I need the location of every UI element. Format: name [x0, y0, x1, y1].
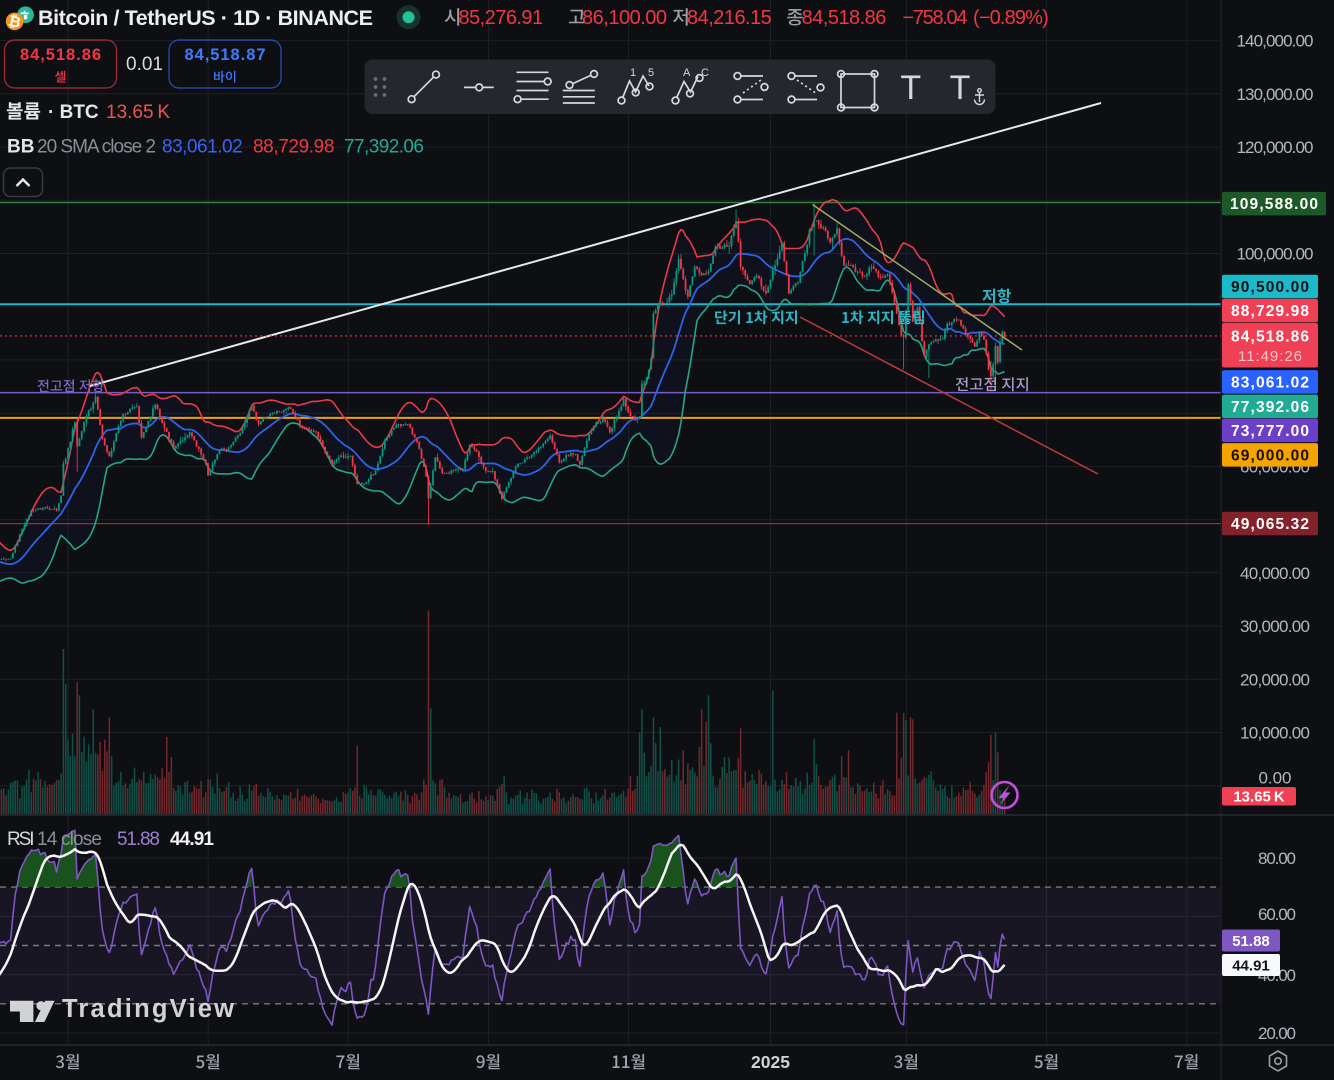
svg-text:88,729.98: 88,729.98 — [253, 137, 334, 158]
svg-text:130,000.00: 130,000.00 — [1237, 85, 1314, 104]
svg-text:10,000.00: 10,000.00 — [1240, 723, 1310, 742]
svg-text:C: C — [701, 67, 709, 79]
svg-text:100,000.00: 100,000.00 — [1237, 245, 1314, 264]
svg-text:84,216.15: 84,216.15 — [687, 7, 772, 29]
svg-text:−758.04: −758.04 — [902, 7, 967, 29]
svg-text:30,000.00: 30,000.00 — [1240, 617, 1310, 636]
svg-text:73,777.00: 73,777.00 — [1231, 423, 1309, 440]
svg-text:77,392.06: 77,392.06 — [1231, 399, 1309, 416]
svg-text:44.91: 44.91 — [1232, 958, 1270, 975]
svg-text:84,518.86: 84,518.86 — [802, 7, 887, 29]
svg-text:84,518.86: 84,518.86 — [20, 46, 101, 64]
svg-text:80.00: 80.00 — [1258, 849, 1296, 868]
svg-text:13.65 K: 13.65 K — [106, 102, 170, 123]
svg-text:84,518.86: 84,518.86 — [1231, 329, 1309, 346]
svg-text:60.00: 60.00 — [1258, 905, 1296, 924]
svg-text:69,000.00: 69,000.00 — [1231, 447, 1309, 464]
svg-text:51.88: 51.88 — [1232, 933, 1270, 950]
svg-text:14 close: 14 close — [37, 829, 102, 850]
svg-text:85,276.91: 85,276.91 — [459, 7, 544, 29]
svg-text:88,729.98: 88,729.98 — [1231, 303, 1309, 320]
svg-text:20 SMA close 2: 20 SMA close 2 — [37, 137, 156, 158]
svg-text:11:49:26: 11:49:26 — [1238, 348, 1302, 365]
svg-text:BB: BB — [7, 137, 34, 158]
svg-text:83,061.02: 83,061.02 — [162, 137, 243, 158]
svg-text:(−0.89%): (−0.89%) — [973, 7, 1049, 29]
svg-text:84,518.87: 84,518.87 — [185, 46, 266, 64]
svg-text:49,065.32: 49,065.32 — [1231, 516, 1309, 533]
svg-text:40,000.00: 40,000.00 — [1240, 564, 1310, 583]
svg-text:51.88: 51.88 — [117, 829, 160, 850]
svg-text:83,061.02: 83,061.02 — [1231, 374, 1309, 391]
svg-text:13.65 K: 13.65 K — [1233, 789, 1285, 806]
svg-text:120,000.00: 120,000.00 — [1237, 138, 1314, 157]
svg-text:2025: 2025 — [751, 1052, 790, 1072]
svg-text:86,100.00: 86,100.00 — [582, 7, 667, 29]
svg-text:1: 1 — [630, 67, 636, 79]
svg-text:0.00: 0.00 — [1259, 769, 1292, 788]
svg-text:A: A — [683, 67, 691, 79]
svg-text:Bitcoin / TetherUS · 1D · BINA: Bitcoin / TetherUS · 1D · BINANCE — [38, 6, 373, 30]
svg-text:140,000.00: 140,000.00 — [1237, 32, 1314, 51]
svg-text:5: 5 — [648, 67, 654, 79]
svg-text:20,000.00: 20,000.00 — [1240, 670, 1310, 689]
svg-text:77,392.06: 77,392.06 — [344, 137, 424, 158]
svg-text:20.00: 20.00 — [1258, 1024, 1296, 1043]
svg-text:0.01: 0.01 — [126, 54, 163, 75]
svg-text:109,588.00: 109,588.00 — [1230, 196, 1318, 213]
svg-text:44.91: 44.91 — [170, 829, 214, 850]
svg-text:RSI: RSI — [7, 829, 35, 850]
svg-text:T: T — [900, 69, 921, 107]
svg-text:90,500.00: 90,500.00 — [1231, 279, 1309, 296]
svg-text:TradingView: TradingView — [62, 995, 234, 1023]
svg-text:T: T — [950, 69, 971, 107]
svg-text:· BTC: · BTC — [48, 102, 99, 123]
